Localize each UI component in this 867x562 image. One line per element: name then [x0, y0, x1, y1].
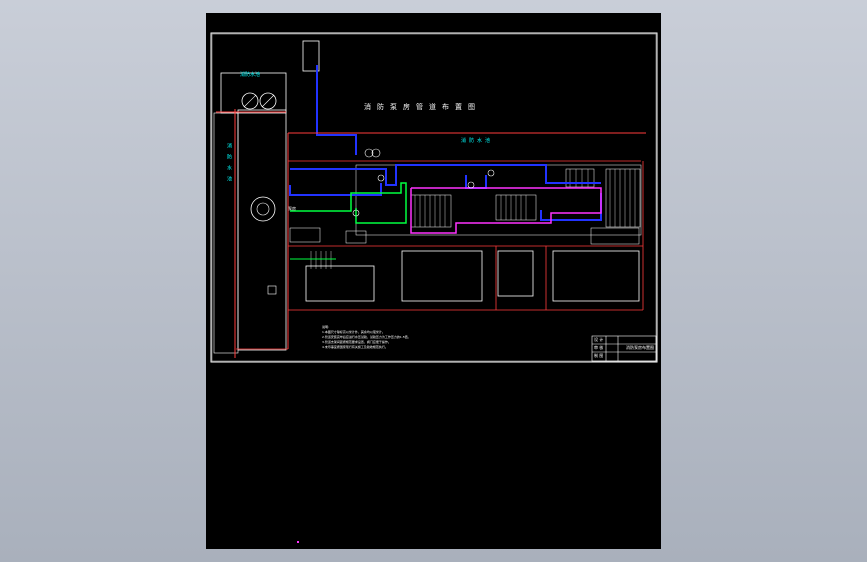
pool-box [220, 72, 287, 114]
left-building [237, 109, 287, 351]
hydrant-label-top: 消防水池 [240, 72, 261, 78]
outer-frame [210, 32, 658, 363]
title-block-row: 设 计 [594, 337, 604, 342]
drawing-sheet: 消防泵房管道布置图 消防水池 消防水池 消防水池 泵房 说明: 1.本图尺寸除标… [206, 13, 661, 549]
notes-block: 说明: 1.本图尺寸除标高以米计外，其余均以毫米计。 2.管道安装完毕后应进行水… [322, 325, 411, 350]
side-label: 消防水池 [226, 143, 232, 187]
lower-rooms [305, 250, 640, 302]
tank-symbol [250, 196, 276, 222]
title-block-row: 制 图 [594, 353, 604, 358]
pipe-secondary-green [290, 182, 407, 224]
note-line: 4.未尽事宜按国家现行有关施工及验收规范执行。 [322, 345, 388, 349]
cad-drawing [210, 32, 658, 543]
title-block-drawing-name: 消防泵房布置图 [626, 345, 654, 350]
pump-tag: 泵房 [288, 206, 296, 211]
pipe-main-blue [290, 164, 601, 186]
pipe-riser-blue [316, 65, 357, 155]
title-block-row: 审 核 [594, 345, 604, 350]
drawing-title: 消防泵房管道布置图 [364, 103, 481, 111]
inner-frame [211, 33, 657, 362]
hydrant-label-right: 消防水池 [461, 138, 494, 144]
